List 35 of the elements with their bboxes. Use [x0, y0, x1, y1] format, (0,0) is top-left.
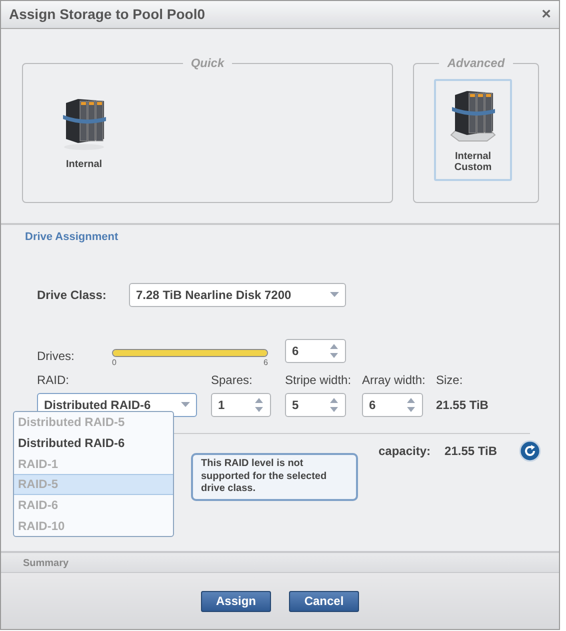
- close-button[interactable]: ×: [542, 6, 551, 22]
- spin-arrows-icon[interactable]: [329, 396, 339, 414]
- section-title: Drive Assignment: [25, 230, 120, 245]
- tick-label: 6: [264, 356, 268, 368]
- caret-icon: [330, 292, 339, 298]
- field-label: capacity:: [378, 442, 431, 460]
- capacity-value: 21.55 TiB: [444, 442, 497, 460]
- field-label: RAID:: [37, 372, 70, 388]
- spin-field[interactable]: 6: [362, 392, 423, 416]
- spin-arrows-icon[interactable]: [406, 396, 416, 414]
- field-label: Size:: [436, 372, 464, 388]
- spin-arrows-icon[interactable]: [254, 396, 264, 414]
- dropdown-option[interactable]: Distributed RAID-6: [14, 432, 173, 454]
- group-title: Advanced: [446, 57, 506, 69]
- caret-icon: [181, 402, 190, 408]
- spin-field[interactable]: 5: [285, 392, 346, 416]
- window-title: Assign Storage to Pool Pool0: [9, 5, 206, 24]
- size-value: 21.55 TiB: [436, 396, 488, 414]
- storage-option[interactable]: Internal: [45, 87, 123, 178]
- group-title: Quick: [190, 57, 226, 69]
- storage-option[interactable]: Internal Custom: [434, 79, 512, 181]
- tooltip: This RAID level is not supported for the selected drive class.: [191, 453, 358, 500]
- section-title: Summary: [1, 551, 559, 573]
- spin-field[interactable]: 6: [285, 338, 346, 362]
- field-label: Drive Class:: [37, 286, 108, 304]
- cancel-button[interactable]: Cancel: [289, 590, 359, 612]
- assign-button[interactable]: Assign: [201, 590, 271, 612]
- field-label: Spares:: [211, 372, 254, 388]
- spin-arrows-icon[interactable]: [329, 342, 339, 360]
- spin-field[interactable]: 1: [211, 392, 271, 416]
- field-label: Array width:: [362, 372, 423, 388]
- tick-label: 0: [112, 356, 116, 368]
- refresh-icon[interactable]: [519, 440, 541, 462]
- field-label: Drives:: [37, 348, 76, 364]
- dropdown-field[interactable]: 7.28 TiB Nearline Disk 7200: [129, 282, 346, 306]
